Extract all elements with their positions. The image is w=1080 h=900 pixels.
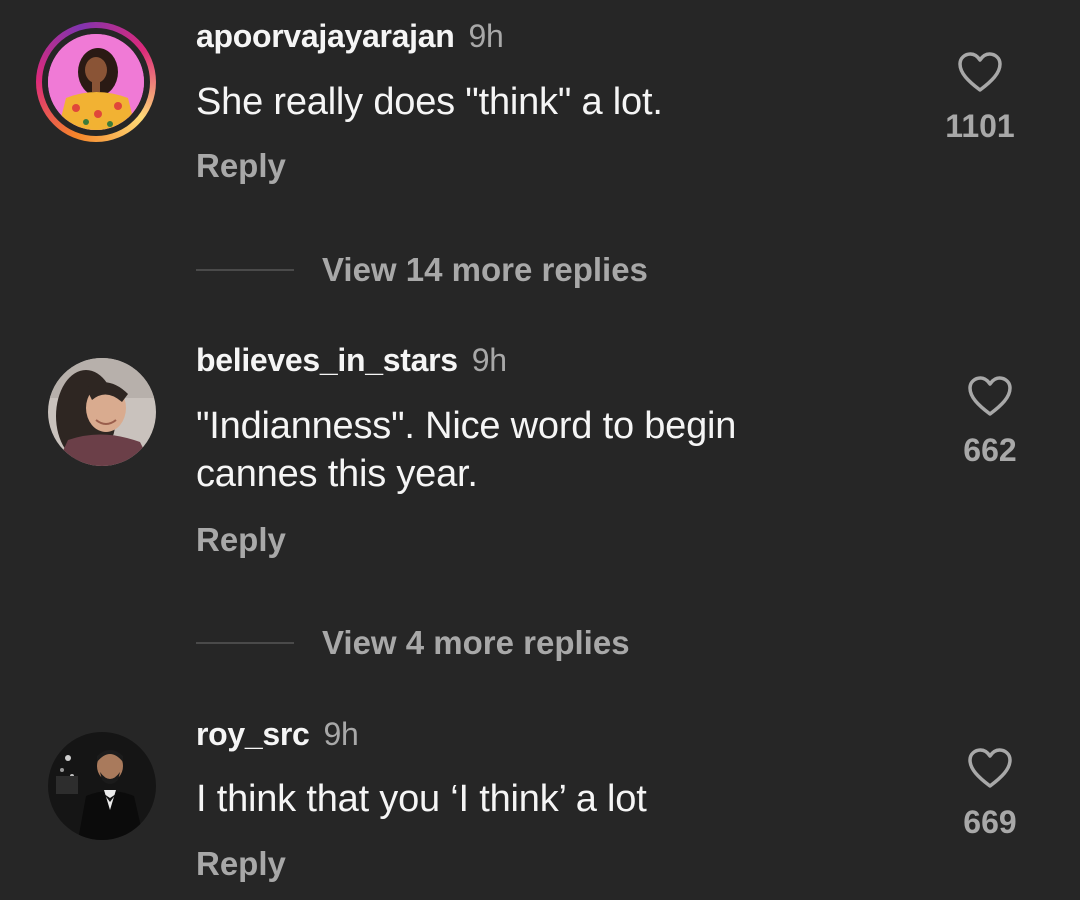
heart-outline-icon[interactable] — [966, 746, 1014, 790]
like-count: 1101 — [945, 108, 1015, 144]
username-text[interactable]: roy_src — [196, 716, 310, 752]
like-count: 662 — [963, 432, 1017, 468]
like-count: 669 — [963, 804, 1017, 840]
comment-username[interactable]: believes_in_stars 9h — [196, 342, 507, 379]
comment-username[interactable]: roy_src 9h — [196, 716, 359, 753]
avatar[interactable] — [48, 732, 156, 840]
comment-time: 9h — [323, 716, 359, 752]
comment-username[interactable]: apoorvajayarajan 9h — [196, 18, 504, 55]
avatar-story-ring[interactable] — [36, 22, 156, 142]
like-control: 1101 — [925, 50, 1035, 145]
divider-line — [196, 269, 294, 271]
avatar[interactable] — [48, 34, 144, 130]
like-control: 662 — [935, 374, 1045, 469]
heart-outline-icon[interactable] — [956, 50, 1004, 94]
avatar[interactable] — [48, 358, 156, 466]
reply-button[interactable]: Reply — [196, 521, 286, 559]
reply-button[interactable]: Reply — [196, 845, 286, 883]
username-text[interactable]: believes_in_stars — [196, 342, 458, 378]
comment-text: She really does "think" a lot. — [196, 81, 663, 123]
reply-button[interactable]: Reply — [196, 147, 286, 185]
username-text[interactable]: apoorvajayarajan — [196, 18, 455, 54]
divider-line — [196, 642, 294, 644]
view-more-label[interactable]: View 14 more replies — [322, 251, 648, 289]
like-control: 669 — [935, 746, 1045, 841]
view-more-replies[interactable]: View 14 more replies — [196, 248, 648, 292]
comment-time: 9h — [471, 342, 507, 378]
heart-outline-icon[interactable] — [966, 374, 1014, 418]
comment-text: "Indianness". Nice word to begin cannes … — [196, 405, 737, 495]
view-more-label[interactable]: View 4 more replies — [322, 624, 630, 662]
comment-text: I think that you ‘I think’ a lot — [196, 778, 647, 820]
comment-time: 9h — [468, 18, 504, 54]
view-more-replies[interactable]: View 4 more replies — [196, 621, 630, 665]
